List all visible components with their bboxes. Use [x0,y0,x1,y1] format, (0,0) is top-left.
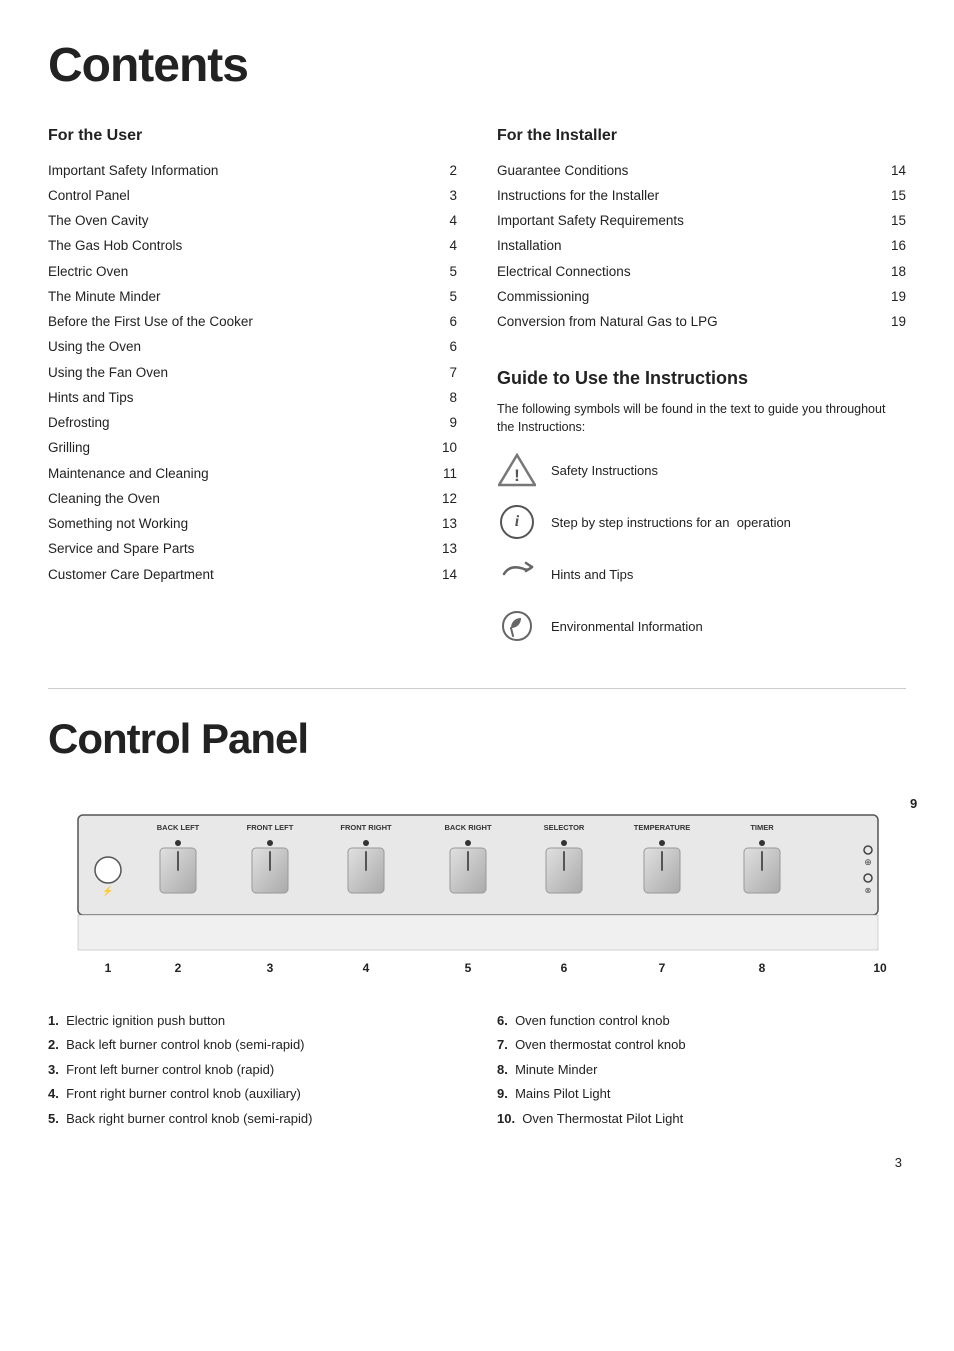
list-item: 2. Back left burner control knob (semi-r… [48,1035,457,1055]
control-panel-title: Control Panel [48,707,906,770]
leaf-env-icon [497,606,537,646]
toc-item: Service and Spare Parts13 [48,537,457,562]
svg-text:4: 4 [363,961,370,975]
toc-item: Instructions for the Installer15 [497,183,906,208]
toc-item: Customer Care Department14 [48,562,457,587]
list-item: 3. Front left burner control knob (rapid… [48,1060,457,1080]
for-installer-heading: For the Installer [497,124,906,148]
svg-text:1: 1 [105,961,112,975]
for-user-column: For the User Important Safety Informatio… [48,124,457,658]
guide-item-safety-text: Safety Instructions [551,461,658,481]
for-user-heading: For the User [48,124,457,148]
toc-item: Using the Fan Oven7 [48,360,457,385]
toc-user-list: Important Safety Information2Control Pan… [48,158,457,587]
toc-item: The Oven Cavity4 [48,209,457,234]
for-installer-column: For the Installer Guarantee Conditions14… [497,124,906,658]
control-panel-diagram: 9 BACK LEFT FRONT LEFT FRONT RIGHT BACK … [48,790,906,996]
guide-item-hints: Hints and Tips [497,554,906,594]
guide-items-list: ! Safety Instructions i Step by step ins… [497,450,906,646]
svg-text:⊗: ⊗ [865,886,872,895]
list-col-right: 6. Oven function control knob 7. Oven the… [497,1011,906,1134]
toc-item: Important Safety Information2 [48,158,457,183]
list-item: 4. Front right burner control knob (auxi… [48,1084,457,1104]
guide-description: The following symbols will be found in t… [497,400,906,436]
guide-item-env-text: Environmental Information [551,617,703,637]
svg-text:7: 7 [659,961,666,975]
guide-heading: Guide to Use the Instructions [497,365,906,392]
toc-item: The Minute Minder5 [48,284,457,309]
svg-text:8: 8 [759,961,766,975]
list-item: 8. Minute Minder [497,1060,906,1080]
toc-installer-list: Guarantee Conditions14Instructions for t… [497,158,906,335]
toc-item: Control Panel3 [48,183,457,208]
triangle-warning-icon: ! [497,450,537,490]
svg-text:FRONT LEFT: FRONT LEFT [247,823,294,832]
svg-text:BACK LEFT: BACK LEFT [157,823,200,832]
guide-item-hints-text: Hints and Tips [551,565,633,585]
svg-text:TIMER: TIMER [750,823,774,832]
list-item: 1. Electric ignition push button [48,1011,457,1031]
svg-text:⚡: ⚡ [102,885,113,897]
toc-item: Electrical Connections18 [497,259,906,284]
list-item: 9. Mains Pilot Light [497,1084,906,1104]
guide-section: Guide to Use the Instructions The follow… [497,365,906,646]
list-item: 7. Oven thermostat control knob [497,1035,906,1055]
page-title: Contents [48,30,906,102]
page-footer: 3 [48,1153,906,1173]
guide-item-safety: ! Safety Instructions [497,450,906,490]
control-panel-svg: 9 BACK LEFT FRONT LEFT FRONT RIGHT BACK … [48,790,928,990]
svg-text:2: 2 [175,961,182,975]
toc-item: Commissioning19 [497,284,906,309]
svg-text:TEMPERATURE: TEMPERATURE [634,823,691,832]
page-number: 3 [895,1155,902,1170]
list-item: 5. Back right burner control knob (semi-… [48,1109,457,1129]
toc-item: Cleaning the Oven12 [48,486,457,511]
toc-item: Electric Oven5 [48,259,457,284]
svg-text:⊕: ⊕ [864,857,872,867]
svg-text:!: ! [514,466,520,485]
label-9: 9 [910,796,917,811]
section-divider [48,688,906,689]
list-col-left: 1. Electric ignition push button 2. Back … [48,1011,457,1134]
toc-item: Defrosting9 [48,411,457,436]
toc-item: Guarantee Conditions14 [497,158,906,183]
guide-item-steps: i Step by step instructions for an opera… [497,502,906,542]
toc-item: Using the Oven6 [48,335,457,360]
list-two-col: 1. Electric ignition push button 2. Back … [48,1011,906,1134]
toc-item: The Gas Hob Controls4 [48,234,457,259]
svg-text:3: 3 [267,961,274,975]
arrow-hint-icon [497,554,537,594]
list-item: 10. Oven Thermostat Pilot Light [497,1109,906,1129]
svg-text:10: 10 [873,961,887,975]
toc-item: Installation16 [497,234,906,259]
toc-item: Something not Working13 [48,512,457,537]
guide-item-env: Environmental Information [497,606,906,646]
toc-item: Hints and Tips8 [48,385,457,410]
toc-item: Grilling10 [48,436,457,461]
list-item: 6. Oven function control knob [497,1011,906,1031]
toc-item: Maintenance and Cleaning11 [48,461,457,486]
toc-item: Before the First Use of the Cooker6 [48,310,457,335]
guide-item-steps-text: Step by step instructions for an operati… [551,513,791,533]
svg-text:SELECTOR: SELECTOR [544,823,585,832]
svg-text:5: 5 [465,961,472,975]
svg-text:6: 6 [561,961,568,975]
toc-item: Important Safety Requirements15 [497,209,906,234]
info-circle-icon: i [497,502,537,542]
svg-text:FRONT RIGHT: FRONT RIGHT [340,823,392,832]
toc-item: Conversion from Natural Gas to LPG19 [497,310,906,335]
svg-text:BACK RIGHT: BACK RIGHT [444,823,491,832]
